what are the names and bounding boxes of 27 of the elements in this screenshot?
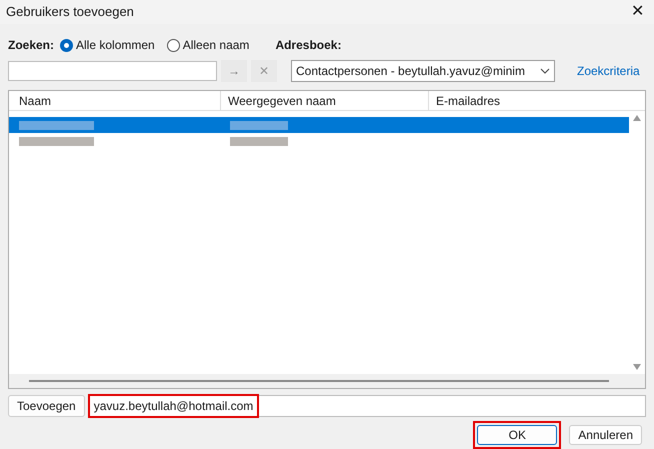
chevron-down-icon — [540, 68, 550, 74]
horizontal-scrollbar[interactable] — [29, 380, 609, 382]
radio-icon — [60, 38, 74, 52]
redacted-text — [230, 120, 288, 130]
address-book-label: Adresboek: — [275, 37, 342, 54]
recipient-value: yavuz.beytullah@hotmail.com — [88, 394, 260, 418]
scroll-down-icon[interactable] — [633, 364, 641, 370]
scroll-up-icon[interactable] — [633, 115, 641, 121]
scope-radio[interactable]: Alle kolommen — [60, 36, 155, 54]
column-header[interactable]: E-mailadres — [429, 91, 645, 110]
contact-row[interactable] — [9, 117, 629, 133]
close-button[interactable]: ✕ — [627, 0, 648, 24]
search-field[interactable] — [8, 61, 217, 81]
window-title: Gebruikers toevoegen — [6, 3, 135, 22]
address-book-dropdown[interactable]: Contactpersonen - beytullah.yavuz@minim — [291, 60, 555, 82]
search-label: Zoeken: — [8, 37, 54, 54]
radio-icon — [166, 38, 180, 52]
add-button[interactable]: Toevoegen — [8, 395, 85, 417]
dialog-button[interactable]: Annuleren — [569, 425, 642, 445]
column-header[interactable]: Weergegeven naam — [221, 91, 429, 110]
scope-radio[interactable]: Alleen naam — [166, 36, 250, 54]
recipient-field[interactable]: yavuz.beytullah@hotmail.com — [88, 395, 646, 417]
search-criteria-link[interactable]: Zoekcriteria — [577, 62, 640, 80]
go-button[interactable]: → — [221, 60, 247, 82]
redacted-text — [230, 136, 288, 146]
column-header[interactable]: Naam — [9, 91, 221, 110]
dialog-button[interactable]: OK — [477, 425, 558, 445]
